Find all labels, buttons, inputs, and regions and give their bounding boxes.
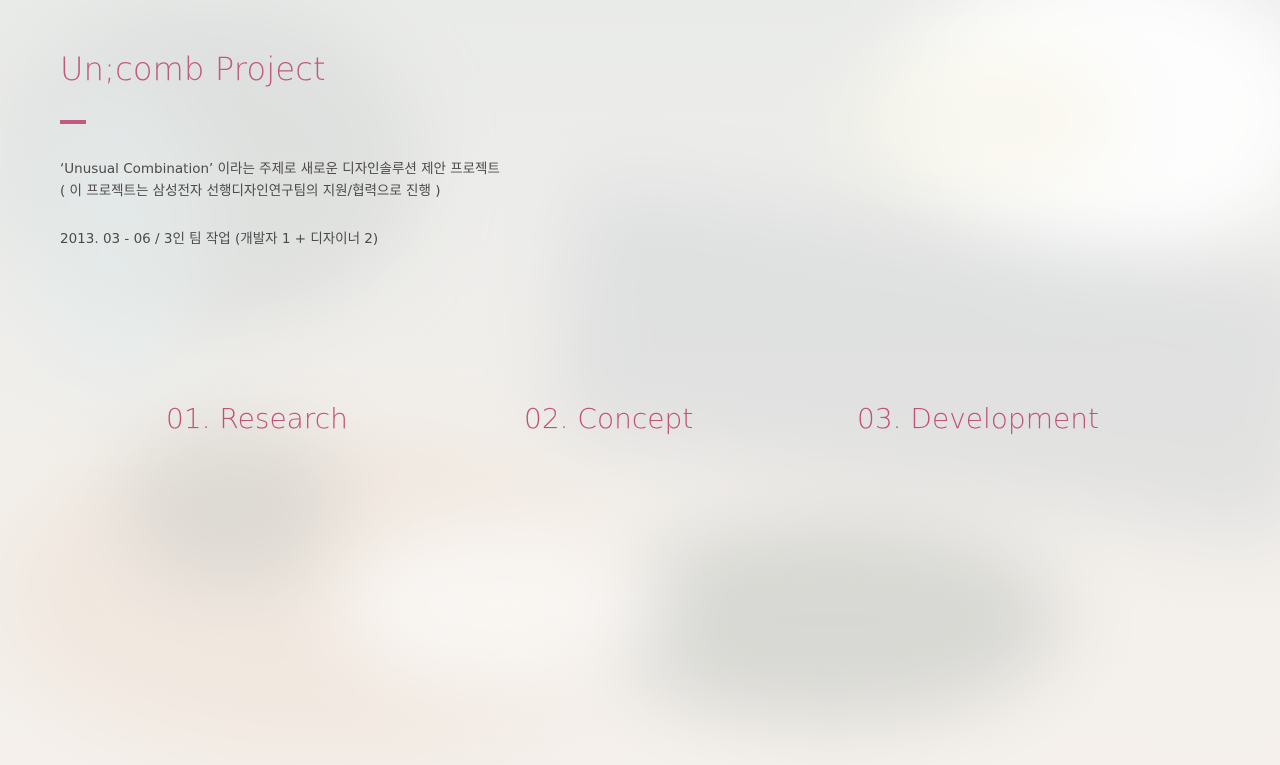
section-link-research[interactable]: 01. Research bbox=[166, 402, 348, 435]
section-link-development[interactable]: 03. Development bbox=[857, 402, 1099, 435]
description-line-2: ( 이 프로젝트는 삼성전자 선행디자인연구팀의 지원/협력으로 진행 ) bbox=[60, 183, 441, 199]
page-title: Un;comb Project bbox=[60, 50, 326, 88]
description-line-1: ‘Unusual Combination’ 이라는 주제로 새로운 디자인솔루션… bbox=[60, 161, 500, 177]
project-intro: Un;comb Project ‘Unusual Combination’ 이라… bbox=[0, 0, 1280, 765]
title-underline bbox=[60, 120, 86, 124]
section-link-concept[interactable]: 02. Concept bbox=[524, 402, 693, 435]
project-description: ‘Unusual Combination’ 이라는 주제로 새로운 디자인솔루션… bbox=[60, 158, 500, 202]
project-period: 2013. 03 - 06 / 3인 팀 작업 (개발자 1 + 디자이너 2) bbox=[60, 231, 379, 247]
